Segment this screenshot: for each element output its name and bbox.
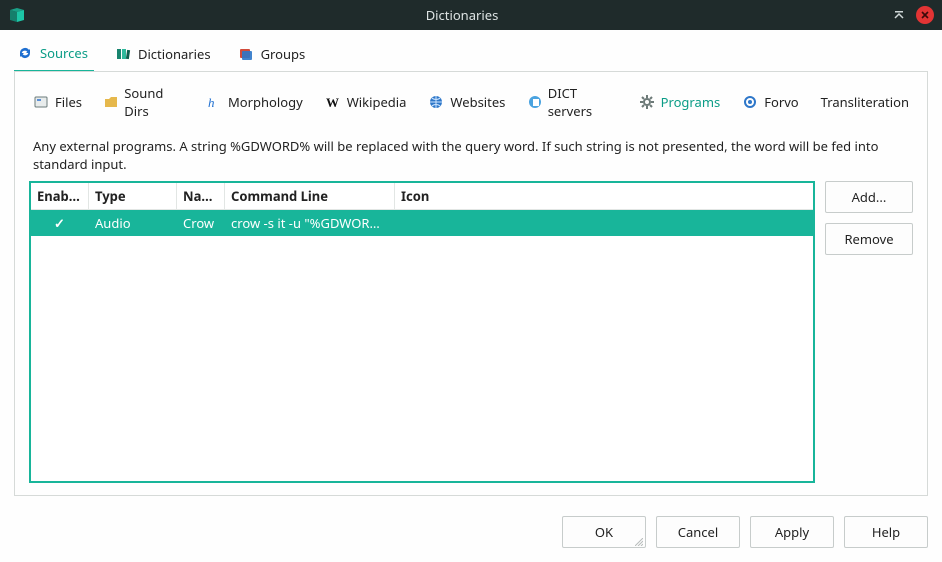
main-tabs: Sources Dictionaries Groups [0, 30, 942, 71]
sub-tab-morphology-label: Morphology [228, 93, 303, 111]
drive-icon [33, 94, 49, 110]
ok-button[interactable]: OK [562, 516, 646, 548]
sub-tab-programs-label: Programs [661, 93, 721, 111]
tab-sources[interactable]: Sources [14, 40, 94, 72]
table-action-row: Enabled Type Name Command Line Icon ✓ Au… [29, 181, 913, 483]
sub-tab-transliteration-label: Transliteration [821, 93, 909, 111]
forvo-icon [742, 94, 758, 110]
apply-button[interactable]: Apply [750, 516, 834, 548]
description-text: Any external programs. A string %GDWORD%… [29, 134, 913, 181]
morph-icon: h [206, 94, 222, 110]
cell-icon[interactable] [395, 210, 813, 236]
side-buttons: Add... Remove [825, 181, 913, 483]
sub-tab-programs[interactable]: Programs [639, 93, 721, 115]
tab-sources-label: Sources [40, 44, 88, 62]
sub-tab-wikipedia-label: Wikipedia [347, 93, 407, 111]
cell-command[interactable]: crow -s it -u "%GDWORD%" [225, 210, 395, 236]
add-button[interactable]: Add... [825, 181, 913, 213]
tab-groups[interactable]: Groups [235, 40, 312, 71]
stack-icon [237, 45, 255, 63]
svg-text:h: h [208, 95, 215, 109]
remove-button[interactable]: Remove [825, 223, 913, 255]
tab-groups-label: Groups [261, 45, 306, 63]
cell-name[interactable]: Crow [177, 210, 225, 236]
app-icon [8, 6, 26, 24]
sub-tab-websites[interactable]: Websites [428, 93, 505, 115]
dict-server-icon [527, 94, 541, 110]
books-icon [114, 45, 132, 63]
content-frame: Files Sound Dirs h Morphology W Wikipedi… [14, 71, 928, 496]
window-controls [890, 6, 934, 24]
col-icon[interactable]: Icon [395, 183, 813, 209]
titlebar: Dictionaries [0, 0, 942, 30]
cell-type[interactable]: Audio [89, 210, 177, 236]
window-title: Dictionaries [34, 6, 890, 24]
col-type[interactable]: Type [89, 183, 177, 209]
tab-dictionaries[interactable]: Dictionaries [112, 40, 217, 71]
sub-tab-files[interactable]: Files [33, 93, 82, 115]
window-body: Sources Dictionaries Groups Files [0, 30, 942, 562]
cancel-button[interactable]: Cancel [656, 516, 740, 548]
sub-tab-sounddirs[interactable]: Sound Dirs [104, 84, 184, 124]
svg-text:W: W [326, 95, 339, 109]
sub-tab-morphology[interactable]: h Morphology [206, 93, 303, 115]
sub-tab-wikipedia[interactable]: W Wikipedia [325, 93, 407, 115]
programs-table[interactable]: Enabled Type Name Command Line Icon ✓ Au… [29, 181, 815, 483]
sub-tab-transliteration[interactable]: Transliteration [821, 93, 909, 115]
tab-dictionaries-label: Dictionaries [138, 45, 211, 63]
col-name[interactable]: Name [177, 183, 225, 209]
sub-tab-sounddirs-label: Sound Dirs [124, 84, 184, 120]
ok-label: OK [595, 523, 613, 541]
table-body: ✓ Audio Crow crow -s it -u "%GDWORD%" [31, 210, 813, 481]
minimize-button[interactable] [890, 6, 908, 24]
refresh-icon [16, 44, 34, 62]
table-row[interactable]: ✓ Audio Crow crow -s it -u "%GDWORD%" [31, 210, 813, 236]
close-button[interactable] [916, 6, 934, 24]
sub-tabs: Files Sound Dirs h Morphology W Wikipedi… [29, 82, 913, 134]
cell-enabled[interactable]: ✓ [31, 210, 89, 236]
sub-tab-forvo[interactable]: Forvo [742, 93, 798, 115]
gear-icon [639, 94, 655, 110]
help-button[interactable]: Help [844, 516, 928, 548]
col-enabled[interactable]: Enabled [31, 183, 89, 209]
table-header: Enabled Type Name Command Line Icon [31, 183, 813, 210]
folder-sound-icon [104, 94, 118, 110]
check-icon: ✓ [37, 214, 82, 232]
resize-grip-icon [635, 538, 643, 546]
dialog-buttons: OK Cancel Apply Help [0, 506, 942, 562]
sub-tab-websites-label: Websites [450, 93, 505, 111]
sub-tab-dict[interactable]: DICT servers [527, 84, 616, 124]
wikipedia-icon: W [325, 94, 341, 110]
sub-tab-dict-label: DICT servers [548, 84, 617, 120]
sub-tab-forvo-label: Forvo [764, 93, 798, 111]
col-command[interactable]: Command Line [225, 183, 395, 209]
sub-tab-files-label: Files [55, 93, 82, 111]
globe-icon [428, 94, 444, 110]
